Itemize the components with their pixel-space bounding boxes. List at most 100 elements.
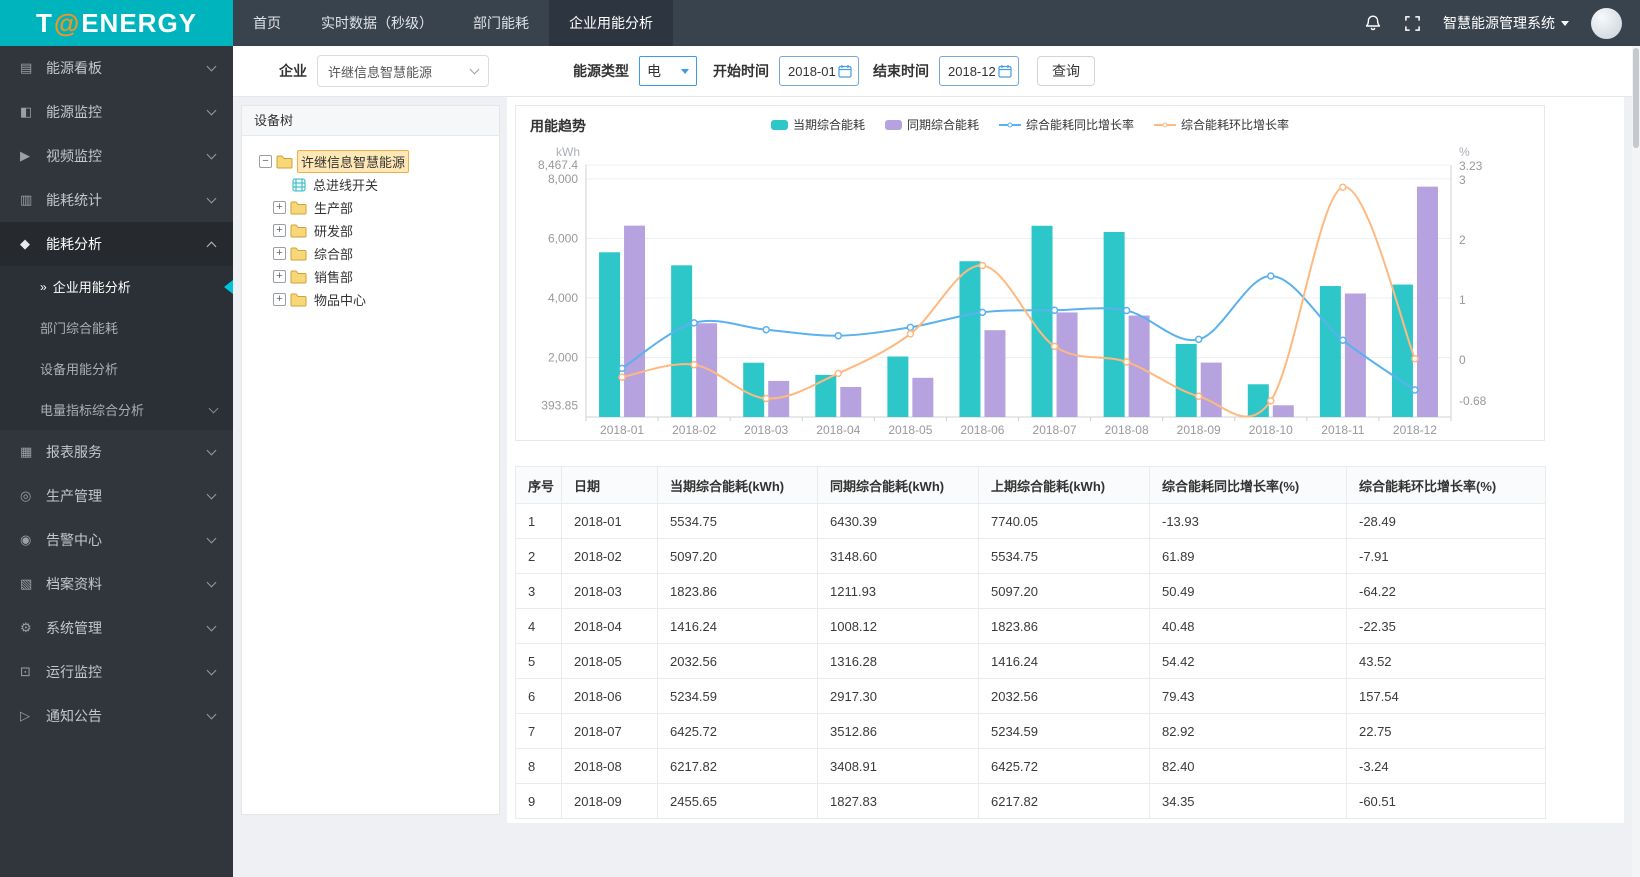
tree-node-leaf[interactable]: 总进线开关 [292, 173, 489, 196]
sidebar-item-5[interactable]: ▦ 报表服务 [0, 430, 233, 474]
nav-item-1[interactable]: 实时数据（秒级） [301, 0, 453, 46]
tree-leaf-label[interactable]: 总进线开关 [310, 174, 381, 195]
tree-root-label[interactable]: 许继信息智慧能源 [297, 150, 410, 173]
energy-type-label: 能源类型 [573, 63, 629, 79]
svg-text:3.23: 3.23 [1459, 159, 1483, 173]
svg-text:2: 2 [1459, 233, 1466, 247]
query-button[interactable]: 查询 [1037, 56, 1095, 86]
table-cell: 1823.86 [978, 608, 1150, 644]
chevron-up-icon [206, 241, 217, 251]
nav-item-2[interactable]: 部门能耗 [453, 0, 549, 46]
user-avatar[interactable] [1591, 7, 1622, 39]
expand-icon[interactable]: + [273, 224, 286, 237]
svg-text:2018-03: 2018-03 [744, 423, 788, 437]
table-header: 序号 日期 当期综合能耗(kWh) 同期综合能耗(kWh) 上期综合能耗(kWh) 综合能… [515, 466, 1546, 504]
table-cell: 9 [515, 783, 562, 819]
chevron-down-icon [208, 403, 219, 413]
logo-text-2: ENERGY [81, 7, 198, 38]
device-tree: − 许继信息智慧能源 总进线开关 + 生产部 + 研发部 + 综合部 + 销售部 + 物品中心 [242, 136, 499, 311]
legend-item-1[interactable]: 同期综合能耗 [884, 116, 979, 133]
table-cell: 5 [515, 643, 562, 679]
start-date-input[interactable]: 2018-01 [779, 56, 859, 86]
notification-bell-icon[interactable] [1364, 14, 1382, 32]
table-cell: 7740.05 [978, 503, 1150, 539]
expand-icon[interactable]: + [273, 270, 286, 283]
table-header-row: 序号 日期 当期综合能耗(kWh) 同期综合能耗(kWh) 上期综合能耗(kWh) 综合能… [515, 466, 1546, 504]
enterprise-select[interactable]: 许继信息智慧能源 [317, 55, 489, 87]
svg-text:2018-07: 2018-07 [1033, 423, 1077, 437]
chart-title: 用能趋势 [530, 118, 586, 134]
main-content: 企业 许继信息智慧能源 能源类型 电 开始时间 2018-01 结束时间 201… [233, 46, 1640, 877]
expand-icon[interactable]: + [273, 293, 286, 306]
table-cell: 6217.82 [978, 783, 1150, 819]
sidebar-item-10[interactable]: ⊡ 运行监控 [0, 650, 233, 694]
sidebar-item-11[interactable]: ▷ 通知公告 [0, 694, 233, 738]
topnav: 首页 实时数据（秒级） 部门能耗 企业用能分析 [233, 0, 673, 46]
chevron-down-icon [206, 61, 217, 72]
fullscreen-icon[interactable] [1404, 15, 1421, 32]
energy-type-select[interactable]: 电 [639, 56, 697, 86]
energy-table: 序号 日期 当期综合能耗(kWh) 同期综合能耗(kWh) 上期综合能耗(kWh) 综合能… [515, 466, 1546, 819]
legend-item-3[interactable]: 综合能耗环比增长率 [1154, 116, 1289, 133]
vertical-scrollbar[interactable] [1632, 46, 1640, 877]
sidebar-item-9[interactable]: ⚙ 系统管理 [0, 606, 233, 650]
table-cell: 43.52 [1346, 643, 1546, 679]
table-row: 5 2018-05 2032.56 1316.28 1416.24 54.42 43.52 [515, 643, 1546, 679]
tree-node-1[interactable]: + 研发部 [273, 219, 489, 242]
sidebar-item-0[interactable]: ▤ 能源看板 [0, 46, 233, 90]
table-row: 3 2018-03 1823.86 1211.93 5097.20 50.49 -64.22 [515, 573, 1546, 609]
scrollbar-thumb[interactable] [1633, 48, 1639, 148]
logo-text-1: T [35, 7, 53, 38]
legend-item-0[interactable]: 当期综合能耗 [770, 116, 865, 133]
sidebar-item-8[interactable]: ▧ 档案资料 [0, 562, 233, 606]
table-row: 9 2018-09 2455.65 1827.83 6217.82 34.35 -60.51 [515, 783, 1546, 819]
operation-icon: ⊡ [20, 664, 31, 679]
tree-node-4[interactable]: + 物品中心 [273, 288, 489, 311]
svg-text:6,000: 6,000 [548, 231, 578, 245]
sidebar-menu: ▤ 能源看板 ◧ 能源监控 ▶ 视频监控 ▥ 能耗统计 ◆ 能耗分析» 企业用能分析 部门综合能耗 设备… [0, 46, 233, 877]
sidebar-item-2[interactable]: ▶ 视频监控 [0, 134, 233, 178]
system-name-dropdown[interactable]: 智慧能源管理系统 [1443, 13, 1569, 33]
analysis-icon: ◆ [20, 236, 30, 251]
sidebar-item-6[interactable]: ◎ 生产管理 [0, 474, 233, 518]
sidebar-subitem-2[interactable]: 设备用能分析 [0, 348, 233, 389]
table-cell: 5234.59 [978, 713, 1150, 749]
svg-text:0: 0 [1459, 353, 1466, 367]
archive-icon: ▧ [20, 576, 33, 591]
sidebar-subitem-0[interactable]: » 企业用能分析 [0, 266, 233, 307]
legend-item-2[interactable]: 综合能耗同比增长率 [999, 116, 1134, 133]
svg-text:8,000: 8,000 [548, 172, 578, 186]
sidebar-submenu: » 企业用能分析 部门综合能耗 设备用能分析 电量指标综合分析 [0, 266, 233, 430]
app-screen: T @ ENERGY 首页 实时数据（秒级） 部门能耗 企业用能分析 智慧能源管理系统 ▤… [0, 0, 1640, 877]
expand-icon[interactable]: + [273, 247, 286, 260]
collapse-icon[interactable]: − [259, 155, 272, 168]
svg-text:2018-12: 2018-12 [1393, 423, 1437, 437]
chart-header: 用能趋势 当期综合能耗 同期综合能耗 综合能耗同比增长率 综合能耗环比增长率 [516, 106, 1544, 138]
expand-icon[interactable]: + [273, 201, 286, 214]
sidebar-item-4[interactable]: ◆ 能耗分析 [0, 222, 233, 266]
table-cell: 8 [515, 748, 562, 784]
nav-item-3[interactable]: 企业用能分析 [549, 0, 673, 46]
table-cell: -13.93 [1149, 503, 1347, 539]
video-icon: ▶ [20, 148, 30, 163]
sidebar-item-1[interactable]: ◧ 能源监控 [0, 90, 233, 134]
sidebar-subitem-3[interactable]: 电量指标综合分析 [0, 389, 233, 430]
table-cell: 6425.72 [978, 748, 1150, 784]
sidebar-item-7[interactable]: ◉ 告警中心 [0, 518, 233, 562]
table-cell: 2018-04 [561, 608, 658, 644]
tree-node-3[interactable]: + 销售部 [273, 265, 489, 288]
table-cell: -60.51 [1346, 783, 1546, 819]
settings-icon: ⚙ [20, 620, 32, 635]
table-cell: 6430.39 [817, 503, 979, 539]
nav-item-0[interactable]: 首页 [233, 0, 301, 46]
sidebar-item-3[interactable]: ▥ 能耗统计 [0, 178, 233, 222]
tree-node-0[interactable]: + 生产部 [273, 196, 489, 219]
end-date-input[interactable]: 2018-12 [939, 56, 1019, 86]
tree-node-2[interactable]: + 综合部 [273, 242, 489, 265]
table-cell: -3.24 [1346, 748, 1546, 784]
notice-icon: ▷ [20, 708, 30, 723]
tree-children: + 生产部 + 研发部 + 综合部 + 销售部 + 物品中心 [259, 196, 489, 311]
filter-bar: 企业 许继信息智慧能源 能源类型 电 开始时间 2018-01 结束时间 201… [233, 46, 1632, 97]
sidebar-subitem-1[interactable]: 部门综合能耗 [0, 307, 233, 348]
tree-node-root[interactable]: − 许继信息智慧能源 [259, 150, 489, 173]
